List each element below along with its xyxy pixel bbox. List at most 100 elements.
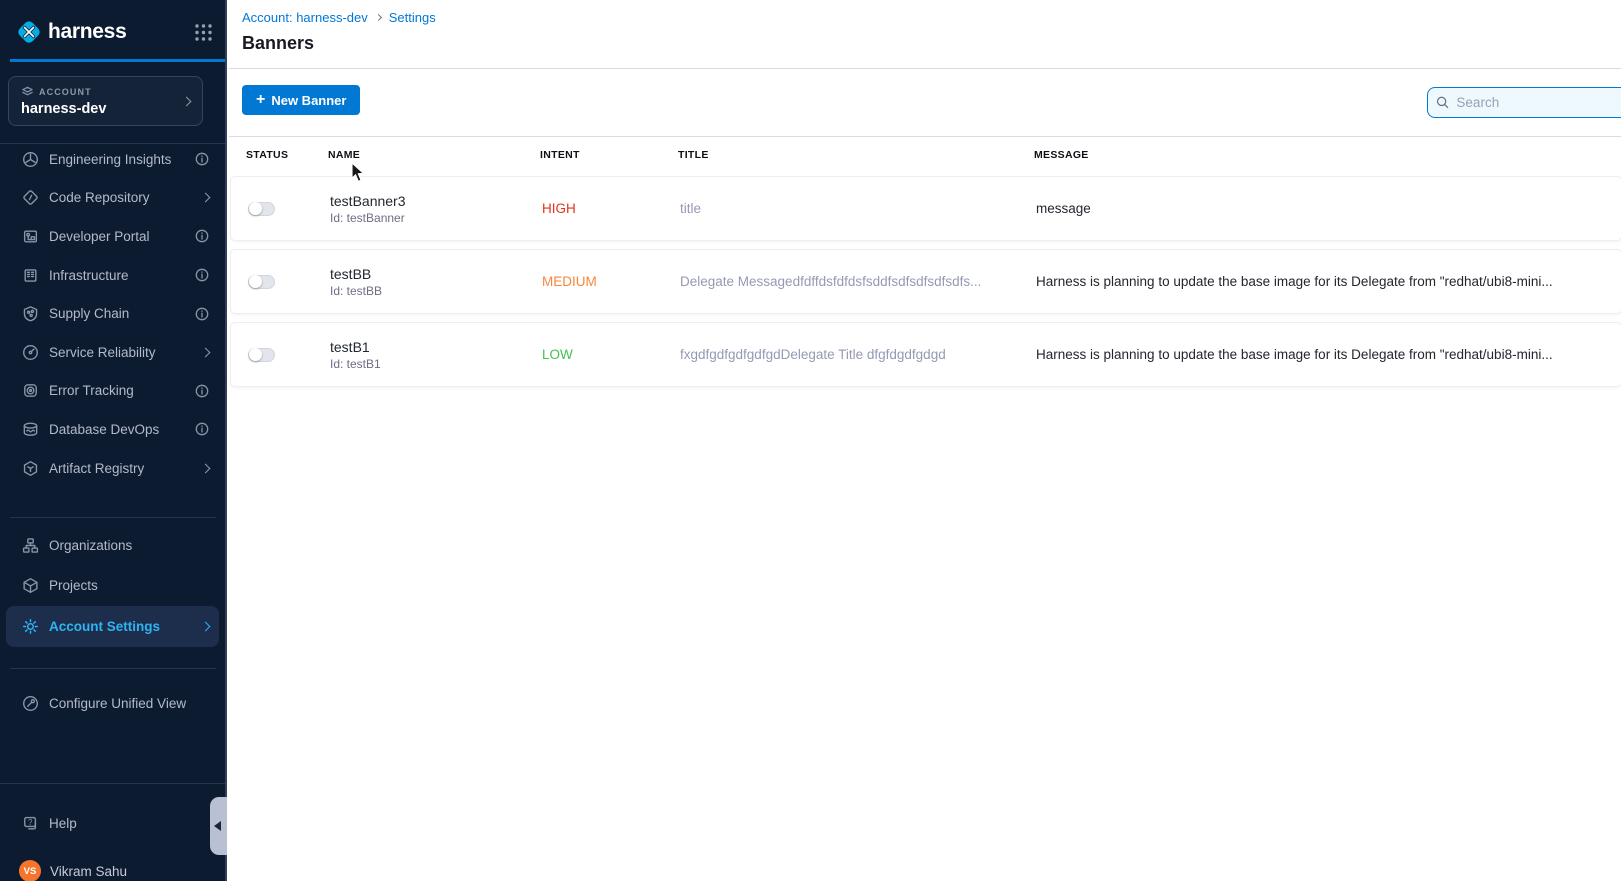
info-icon[interactable] (195, 152, 209, 166)
toggle-knob (249, 348, 262, 361)
chevron-right-icon (375, 14, 382, 21)
error-tracking-icon (22, 382, 39, 399)
user-name: Vikram Sahu (50, 864, 127, 879)
search-input[interactable] (1456, 95, 1621, 110)
tertiary-nav: Configure Unified View (0, 683, 225, 723)
breadcrumb: Account: harness-dev Settings (242, 10, 436, 25)
chevron-right-icon (202, 349, 209, 356)
harness-app: harness ACCOUNT harness-dev (0, 0, 1621, 881)
column-header-title: TITLE (678, 149, 1034, 161)
sidebar-item-projects[interactable]: Projects (6, 566, 219, 607)
banner-message: message (1036, 201, 1621, 216)
table-row[interactable]: testBB Id: testBB MEDIUM Delegate Messag… (230, 249, 1621, 314)
sidebar-item-infrastructure[interactable]: Infrastructure (6, 256, 219, 295)
sidebar-item-organizations[interactable]: Organizations (6, 525, 219, 566)
column-header-intent: INTENT (540, 149, 678, 161)
info-icon[interactable] (195, 229, 209, 243)
account-selector[interactable]: ACCOUNT harness-dev (8, 76, 203, 126)
account-nav: Organizations Projects Account Settings (0, 525, 225, 647)
banner-name: testBB (330, 266, 542, 282)
sidebar-item-code-repository[interactable]: Code Repository (6, 179, 219, 218)
breadcrumb-account-link[interactable]: Account: harness-dev (242, 10, 368, 25)
code-repository-icon (22, 189, 39, 206)
module-nav: Engineering Insights Code Repository Dev… (0, 140, 225, 487)
logo-wordmark: harness (48, 20, 126, 44)
banner-id: Id: testBB (330, 284, 542, 298)
divider (229, 68, 1621, 69)
table-row[interactable]: testB1 Id: testB1 LOW fxgdfgdfgdfgdfgdDe… (230, 322, 1621, 387)
divider (10, 668, 216, 669)
table-header: STATUS NAME INTENT TITLE MESSAGE (229, 137, 1621, 173)
breadcrumb-settings-link[interactable]: Settings (389, 10, 436, 25)
banner-name: testB1 (330, 339, 542, 355)
layers-icon (21, 85, 34, 98)
banner-name: testBanner3 (330, 193, 542, 209)
intent-badge: MEDIUM (542, 274, 680, 289)
info-icon[interactable] (195, 307, 209, 321)
banner-id: Id: testB1 (330, 357, 542, 371)
intent-badge: LOW (542, 347, 680, 362)
sidebar-collapse-handle[interactable] (210, 797, 227, 855)
status-toggle[interactable] (248, 275, 275, 289)
info-icon[interactable] (195, 384, 209, 398)
sidebar-item-artifact-registry[interactable]: Artifact Registry (6, 449, 219, 488)
organizations-icon (22, 537, 39, 554)
sidebar-item-account-settings[interactable]: Account Settings (6, 606, 219, 647)
service-reliability-icon (22, 344, 39, 361)
banner-message: Harness is planning to update the base i… (1036, 347, 1621, 362)
chevron-right-icon (202, 623, 209, 630)
divider (0, 783, 225, 784)
sidebar: harness ACCOUNT harness-dev (0, 0, 227, 881)
column-header-name: NAME (328, 149, 540, 161)
search-icon (1436, 95, 1449, 110)
sidebar-item-configure-unified-view[interactable]: Configure Unified View (6, 683, 219, 723)
search-box (1427, 87, 1621, 118)
sidebar-accent-line (10, 59, 225, 62)
account-name: harness-dev (21, 101, 192, 117)
chevron-right-icon (202, 194, 209, 201)
status-toggle[interactable] (248, 348, 275, 362)
help-icon: ? (22, 815, 39, 832)
supply-chain-icon (22, 305, 39, 322)
sidebar-item-developer-portal[interactable]: Developer Portal (6, 217, 219, 256)
footer-nav: ? Help (0, 803, 225, 843)
banner-id: Id: testBanner (330, 211, 542, 225)
banner-message: Harness is planning to update the base i… (1036, 274, 1621, 289)
status-toggle[interactable] (248, 202, 275, 216)
module-grid-icon[interactable] (194, 23, 213, 42)
account-label-row: ACCOUNT (21, 85, 192, 98)
page-title: Banners (242, 33, 314, 54)
database-devops-icon (22, 421, 39, 438)
divider (10, 517, 216, 518)
column-header-message: MESSAGE (1034, 149, 1621, 161)
banner-title: fxgdfgdfgdfgdfgdDelegate Title dfgfdgdfg… (680, 347, 1036, 362)
avatar: VS (19, 860, 41, 881)
intent-badge: HIGH (542, 201, 680, 216)
sidebar-item-help[interactable]: ? Help (6, 803, 219, 843)
engineering-insights-icon (22, 151, 39, 168)
new-banner-button[interactable]: New Banner (242, 85, 360, 115)
sidebar-item-engineering-insights[interactable]: Engineering Insights (6, 140, 219, 179)
info-icon[interactable] (195, 422, 209, 436)
info-icon[interactable] (195, 268, 209, 282)
sidebar-header: harness (14, 13, 213, 51)
sidebar-item-database-devops[interactable]: Database DevOps (6, 410, 219, 449)
banner-title: title (680, 201, 1036, 216)
column-header-status: STATUS (246, 149, 328, 161)
table-row[interactable]: testBanner3 Id: testBanner HIGH title me… (230, 176, 1621, 241)
infrastructure-icon (22, 267, 39, 284)
toggle-knob (249, 202, 262, 215)
sidebar-item-supply-chain[interactable]: Supply Chain (6, 294, 219, 333)
artifact-registry-icon (22, 460, 39, 477)
unified-view-icon (22, 695, 39, 712)
user-menu[interactable]: VS Vikram Sahu (0, 851, 225, 881)
developer-portal-icon (22, 228, 39, 245)
main-content: Account: harness-dev Settings Banners Ne… (229, 0, 1621, 881)
new-banner-button-label: New Banner (271, 93, 346, 108)
plus-icon (256, 92, 265, 108)
svg-text:?: ? (28, 817, 33, 826)
sidebar-item-error-tracking[interactable]: Error Tracking (6, 372, 219, 411)
gear-icon (22, 618, 39, 635)
sidebar-item-service-reliability[interactable]: Service Reliability (6, 333, 219, 372)
banner-title: Delegate Messagedfdffdsfdfdsfsddfsdfsdfs… (680, 274, 1036, 289)
